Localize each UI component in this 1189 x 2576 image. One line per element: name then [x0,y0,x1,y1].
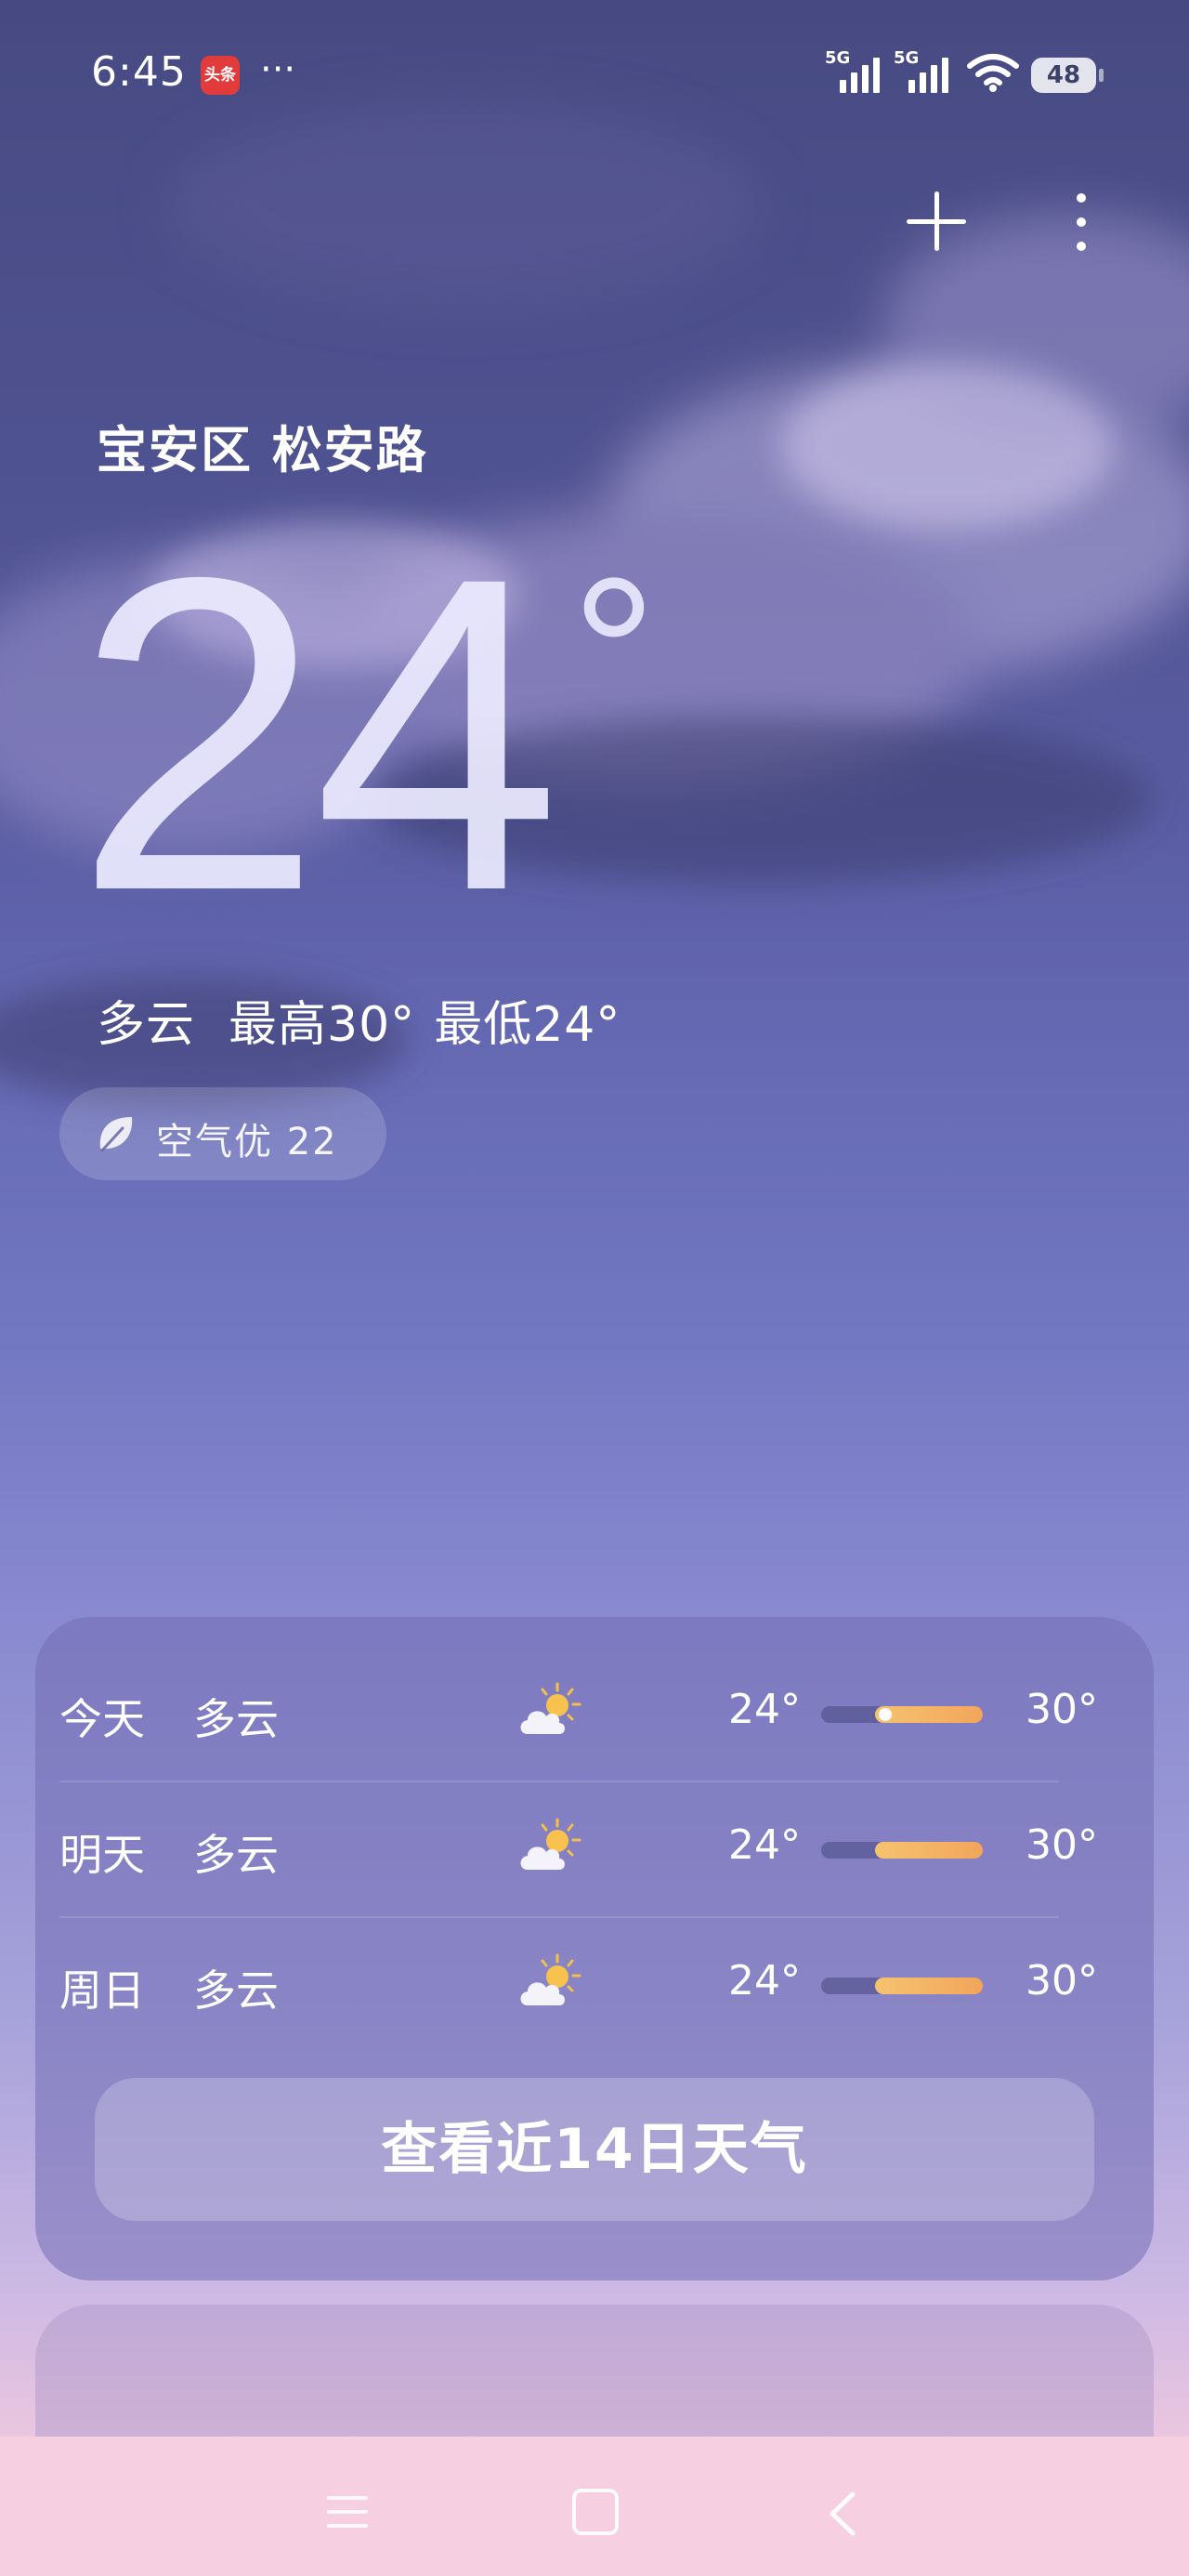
battery-indicator: 48 [1031,58,1104,93]
forecast-row[interactable]: 周日 多云 24° 30° [59,1916,1098,2052]
forecast-high: 30° [1026,1957,1098,2004]
network-type-label-2: 5G [894,48,920,68]
partly-cloudy-icon [520,1818,581,1870]
next-card-hidden-content [91,2360,104,2408]
temperature-range-bar [821,1978,983,1994]
view-14-day-forecast-button[interactable]: 查看近14日天气 [95,2078,1094,2221]
high-temp-text: 最高30° [229,997,416,1053]
partly-cloudy-icon [520,1953,581,2005]
temperature-range-fill [875,1842,983,1859]
forecast-high: 30° [1026,1821,1098,1869]
forecast-high: 30° [1026,1686,1098,1733]
home-button[interactable] [572,2489,619,2535]
recent-apps-button[interactable] [327,2496,368,2528]
forecast-day: 今天 [59,1694,145,1744]
status-bar: 6:45 头条 ··· 5G 5G 48 [0,0,1189,149]
forecast-row[interactable]: 明天 多云 24° 30° [59,1781,1098,1916]
condition-text: 多云 [97,997,196,1053]
forecast-condition: 多云 [193,1694,279,1744]
degree-symbol: ° [571,533,657,772]
back-button[interactable] [827,2491,858,2537]
leaf-icon [99,1117,133,1152]
current-temperature: 24 ° [74,511,657,957]
forecast-day: 明天 [59,1830,145,1880]
temperature-range-bar [821,1842,983,1859]
temperature-range-fill [875,1978,983,1994]
location-title: 宝安区 松安路 [97,421,428,480]
navigation-bar [0,2437,1189,2576]
forecast-low: 24° [728,1821,801,1869]
forecast-row[interactable]: 今天 多云 24° 30° [59,1645,1098,1781]
forecast-low: 24° [728,1957,801,2004]
forecast-low: 24° [728,1686,801,1733]
network-type-label: 5G [825,48,851,68]
air-quality-badge[interactable]: 空气优 22 [59,1087,386,1180]
add-city-button[interactable] [907,191,966,251]
forecast-condition: 多云 [193,1830,279,1880]
more-options-button[interactable] [1070,191,1092,253]
forecast-condition: 多云 [193,1965,279,2016]
current-condition-line: 多云 最高30° 最低24° [97,985,654,1055]
status-time: 6:45 [91,48,187,96]
partly-cloudy-icon [520,1682,581,1734]
wifi-icon [967,54,1019,92]
current-temperature-marker [879,1708,892,1721]
news-app-icon: 头条 [201,56,240,95]
low-temp-text: 最低24° [434,997,621,1053]
temperature-value: 24 [74,484,561,983]
more-notifications-icon: ··· [260,48,296,91]
air-quality-label: 空气优 22 [156,1121,338,1163]
forecast-day: 周日 [59,1965,145,2016]
temperature-range-bar [821,1706,983,1723]
